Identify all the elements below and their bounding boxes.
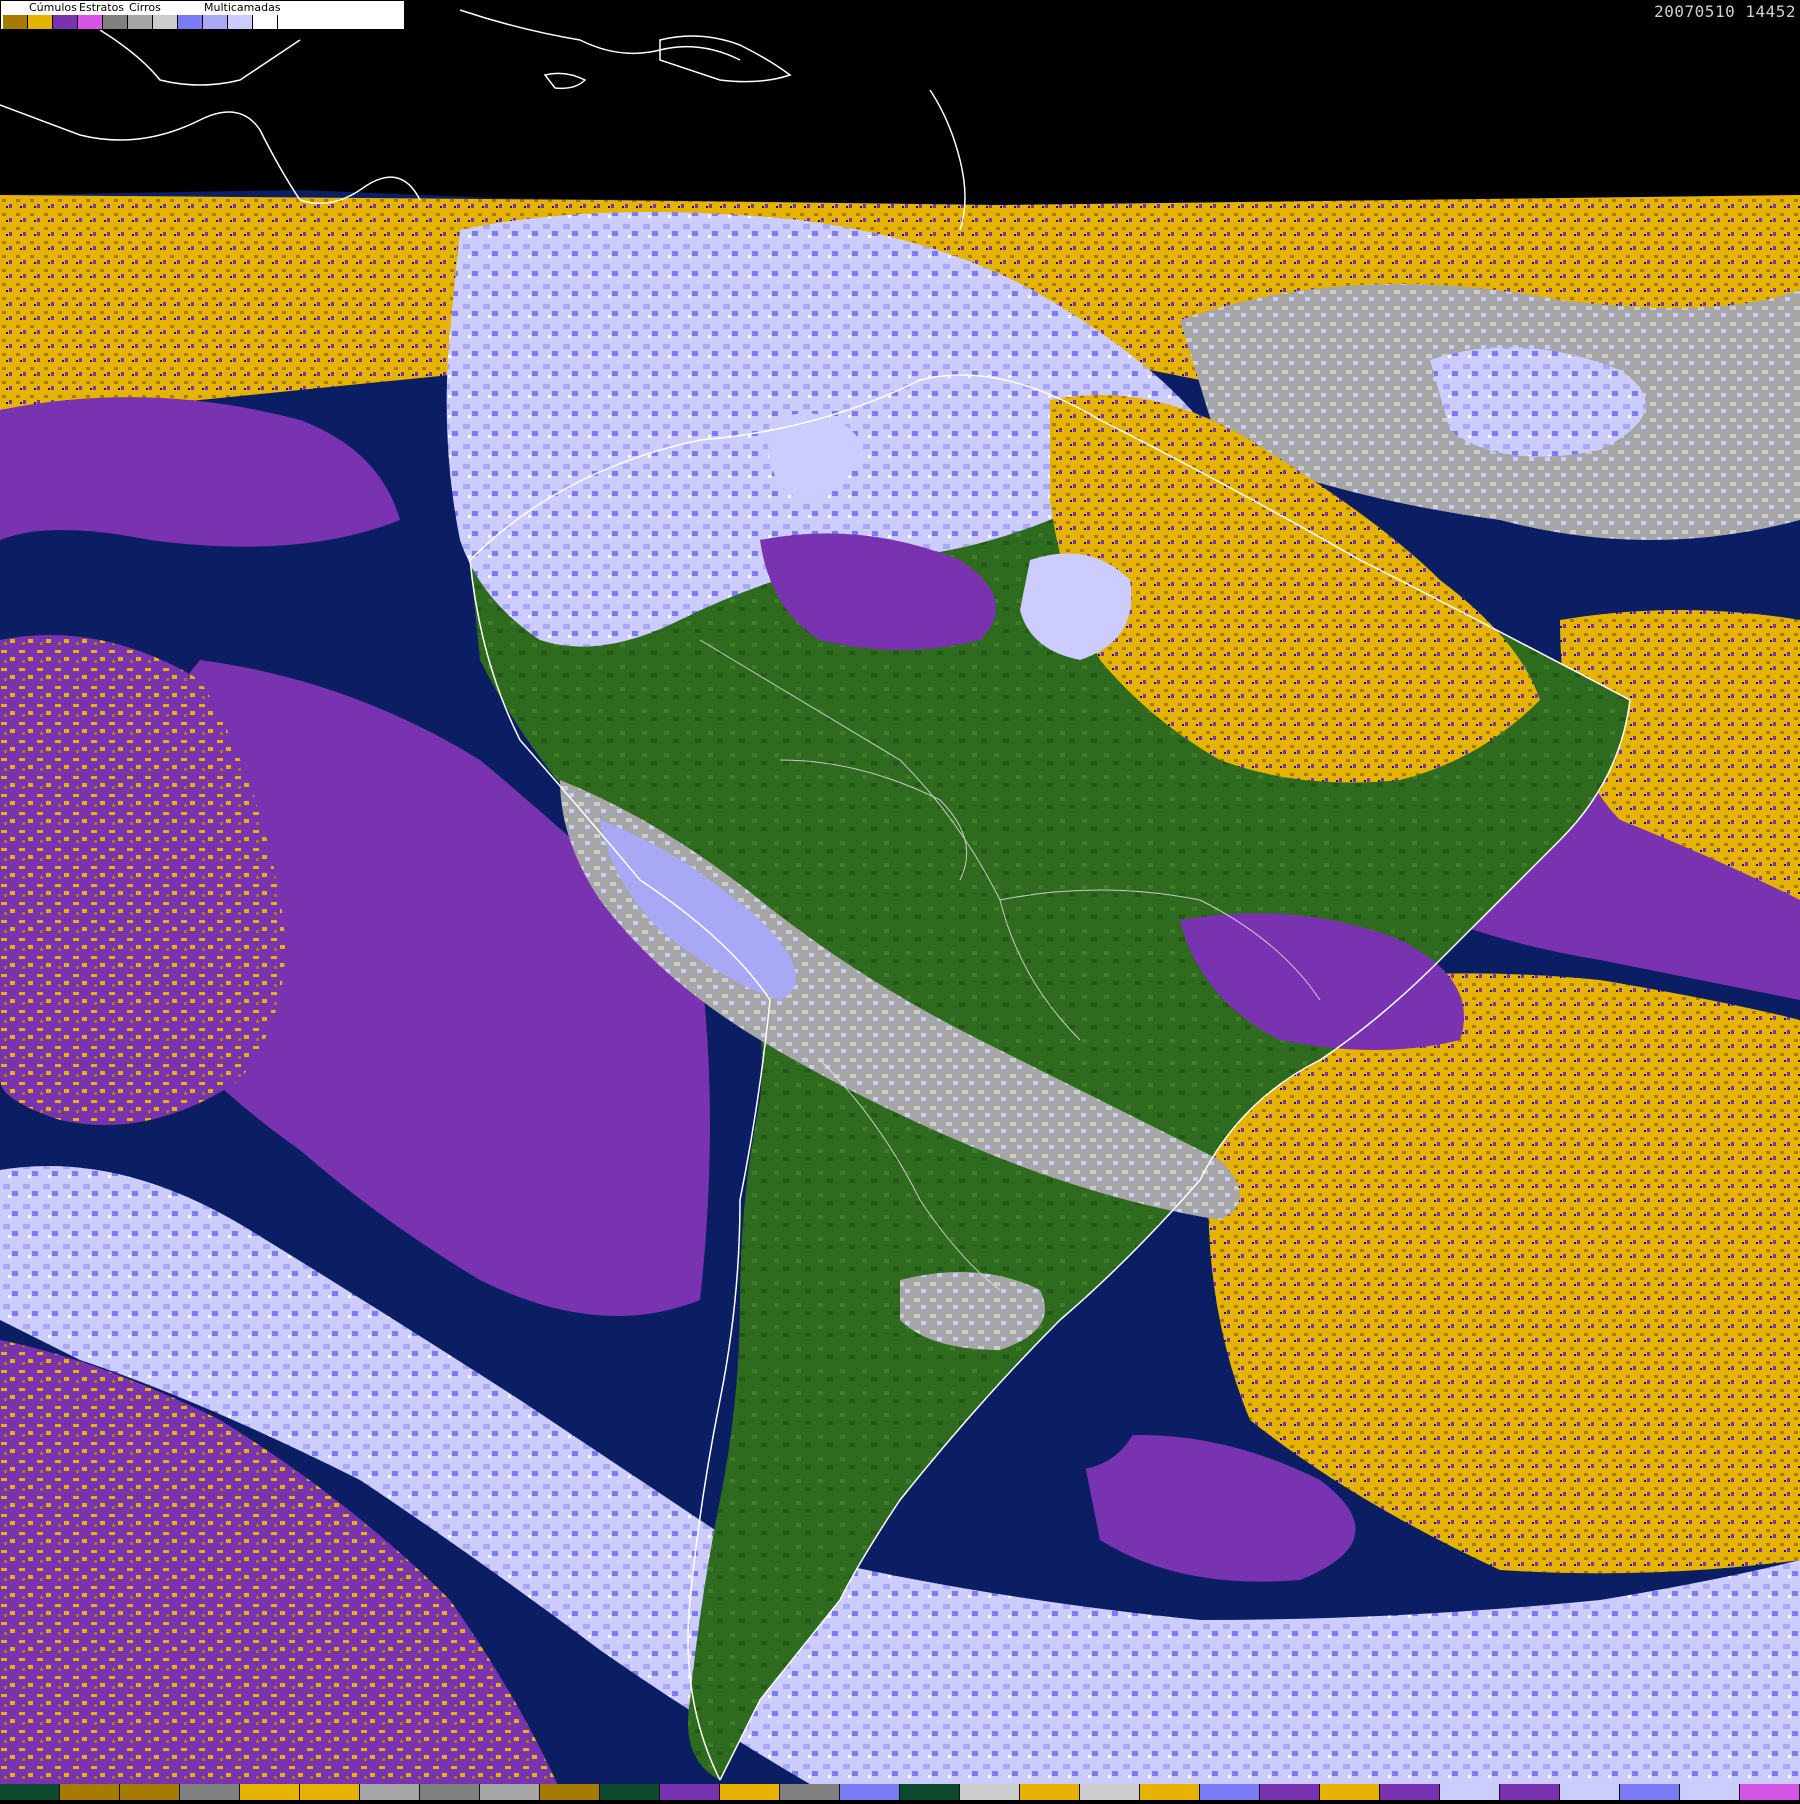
strip-cell [1680,1784,1740,1800]
strip-cell [0,1784,60,1800]
strip-cell [1440,1784,1500,1800]
legend-swatch [203,15,228,29]
strip-cell [1500,1784,1560,1800]
legend-label: Cirros [129,1,161,14]
image-timestamp: 20070510 14452 [1654,2,1796,21]
legend-swatch [103,15,128,29]
strip-cell [900,1784,960,1800]
legend-swatch [153,15,178,29]
legend-swatch [28,15,53,29]
strip-cell [420,1784,480,1800]
strip-cell [840,1784,900,1800]
strip-cell [1380,1784,1440,1800]
legend-swatch [3,15,28,29]
legend-swatch [178,15,203,29]
strip-cell [1140,1784,1200,1800]
strip-cell [360,1784,420,1800]
strip-cell [1620,1784,1680,1800]
strip-cell [1200,1784,1260,1800]
strip-cell [1320,1784,1380,1800]
legend-swatch [53,15,78,29]
strip-cell [660,1784,720,1800]
cloud-type-legend: Cúmulos Estratos Cirros Multicamadas [0,0,405,30]
legend-label: Multicamadas [204,1,281,14]
legend-swatch [78,15,103,29]
satellite-cloud-classification-map: Cúmulos Estratos Cirros Multicamadas 200705… [0,0,1800,1800]
legend-label: Cúmulos [29,1,77,14]
strip-cell [1560,1784,1620,1800]
strip-cell [1020,1784,1080,1800]
legend-label: Estratos [79,1,125,14]
strip-cell [1260,1784,1320,1800]
strip-cell [1080,1784,1140,1800]
strip-cell [600,1784,660,1800]
cloud-map-canvas [0,0,1800,1800]
color-scan-strip [0,1784,1800,1800]
strip-cell [780,1784,840,1800]
strip-cell [480,1784,540,1800]
legend-swatch [253,15,278,29]
legend-swatch [228,15,253,29]
strip-cell [60,1784,120,1800]
strip-cell [300,1784,360,1800]
strip-cell [240,1784,300,1800]
strip-cell [120,1784,180,1800]
strip-cell [180,1784,240,1800]
legend-swatch [128,15,153,29]
strip-cell [960,1784,1020,1800]
strip-cell [1740,1784,1800,1800]
strip-cell [720,1784,780,1800]
strip-cell [540,1784,600,1800]
